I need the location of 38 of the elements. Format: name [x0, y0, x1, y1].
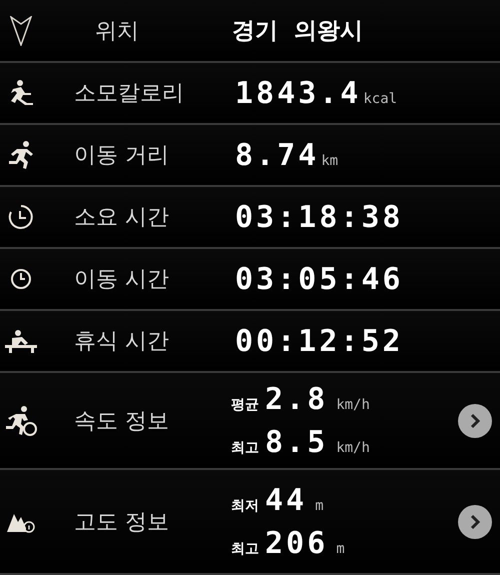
row-label: 고도 정보 [73, 508, 170, 536]
unit-label: kcal [363, 90, 398, 106]
row-label: 휴식 시간 [73, 328, 170, 356]
stat-value: 03:05:46 [235, 262, 404, 296]
stat-prefix: 최저 [231, 496, 259, 514]
chevron-button[interactable] [458, 404, 492, 438]
row-label: 이동 거리 [73, 142, 170, 170]
stat-prefix: 최고 [231, 438, 259, 456]
stat-prefix: 평균 [231, 396, 259, 414]
runner-speed-icon [4, 404, 38, 436]
unit-label: km [321, 152, 338, 168]
unit-label: km/h [336, 396, 370, 412]
stat-value: 03:18:38 [235, 200, 404, 234]
running-person-icon [7, 140, 35, 170]
unit-label: m [315, 498, 324, 514]
stat-value: 206 [265, 526, 328, 560]
stat-value: 00:12:52 [235, 324, 404, 358]
chevron-button[interactable] [458, 504, 492, 538]
stat-value: 2.8 [265, 382, 328, 416]
resting-person-icon [4, 329, 38, 353]
stat-prefix: 최고 [231, 540, 259, 558]
stat-value: 8.5 [265, 424, 328, 460]
location-value: 경기 의왕시 [232, 17, 364, 46]
stat-value: 8.74 [235, 138, 320, 172]
row-label: 소요 시간 [73, 204, 170, 232]
clock-icon [10, 268, 32, 290]
stat-value: 44 [265, 482, 308, 518]
row-label: 위치 [94, 18, 140, 46]
row-label: 소모칼로리 [73, 80, 185, 108]
unit-label: km/h [336, 440, 370, 456]
unit-label: m [336, 540, 345, 556]
row-label: 속도 정보 [73, 408, 170, 436]
row-label: 이동 시간 [73, 266, 170, 294]
chevron-right-icon [468, 514, 482, 530]
arrowhead-icon [10, 16, 32, 46]
stopwatch-icon [7, 203, 35, 231]
stat-value: 1843.4 [235, 76, 362, 110]
chevron-right-icon [468, 412, 482, 428]
